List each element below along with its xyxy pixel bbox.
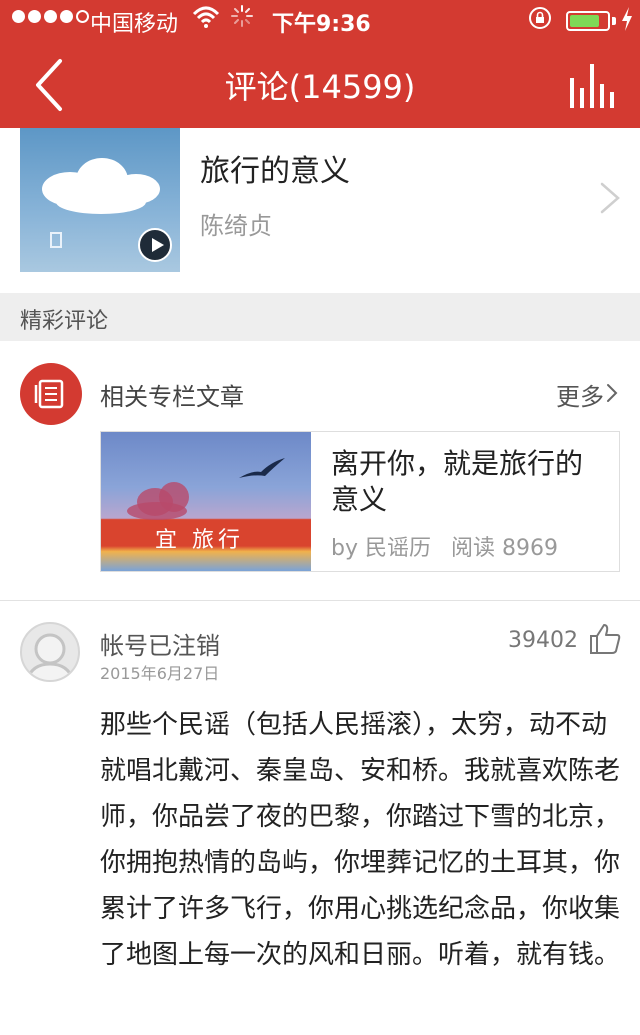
chevron-right-icon	[598, 178, 622, 218]
page-title: 评论(14599)	[0, 62, 640, 108]
section-header: 精彩评论	[0, 293, 640, 341]
album-cover	[20, 128, 180, 272]
charging-icon	[620, 6, 634, 38]
comment-text: 那些个民谣（包括人民摇滚），太穷，动不动就唱北戴河、秦皇岛、安和桥。我就喜欢陈老…	[100, 710, 621, 970]
section-header-label: 精彩评论	[20, 309, 109, 334]
signal-dot	[12, 10, 25, 23]
related-articles: 相关专栏文章 更多 宜 旅行 离开你，就是旅行的意义 by 民谣历 阅读 8969	[0, 341, 640, 601]
play-button[interactable]	[138, 228, 172, 262]
thumbnail-cloud	[127, 502, 187, 520]
signal-strength-icon	[12, 10, 89, 23]
song-info-row[interactable]: 旅行的意义 陈绮贞	[0, 128, 640, 293]
comment-item: 帐号已注销 2015年6月27日 39402 那些个民谣（包括人民摇滚），太穷，…	[0, 602, 640, 1035]
top-bar: 中国移动 下午9:36 评论(14599)	[0, 0, 640, 128]
comment-username[interactable]: 帐号已注销	[100, 626, 220, 661]
cover-cloud	[56, 190, 146, 214]
article-list-icon	[20, 363, 82, 425]
avatar[interactable]	[20, 622, 80, 682]
signal-dot	[60, 10, 73, 23]
related-articles-title: 相关专栏文章	[100, 383, 244, 411]
carrier-label: 中国移动	[90, 12, 179, 37]
comment-date: 2015年6月27日	[100, 664, 220, 683]
activity-icon	[230, 4, 254, 34]
battery-level	[570, 15, 599, 27]
default-avatar-icon	[25, 633, 75, 680]
article-title: 离开你，就是旅行的意义	[331, 447, 584, 516]
signal-dot	[44, 10, 57, 23]
song-artist: 陈绮贞	[200, 212, 272, 240]
more-link[interactable]: 更多	[556, 377, 604, 412]
bird-icon	[239, 458, 285, 478]
song-title: 旅行的意义	[200, 154, 350, 189]
battery-icon	[566, 11, 610, 31]
signal-dot	[28, 10, 41, 23]
page-title-label: 评论	[224, 68, 289, 106]
signal-dot	[76, 10, 89, 23]
clock-time: 下午9:36	[272, 12, 371, 37]
like-button[interactable]	[588, 622, 622, 656]
article-reads: 阅读 8969	[450, 536, 558, 561]
article-card[interactable]: 宜 旅行 离开你，就是旅行的意义 by 民谣历 阅读 8969	[100, 431, 620, 572]
rotation-lock-icon	[528, 6, 552, 36]
chevron-right-icon[interactable]	[604, 381, 620, 405]
wifi-icon	[192, 4, 220, 36]
thumbnail-caption: 宜 旅行	[155, 528, 244, 553]
article-meta: by 民谣历 阅读 8969	[331, 530, 558, 562]
stats-button[interactable]	[566, 64, 616, 108]
thumbs-up-icon	[590, 624, 621, 654]
article-thumbnail: 宜 旅行	[101, 432, 311, 571]
like-count: 39402	[508, 628, 578, 653]
comment-count: (14599)	[288, 68, 416, 106]
battery-cap	[612, 17, 616, 25]
bar-chart-icon	[570, 64, 614, 108]
article-author: by 民谣历	[331, 536, 431, 561]
status-bar: 中国移动 下午9:36	[0, 0, 640, 40]
cover-house-icon	[50, 232, 62, 248]
